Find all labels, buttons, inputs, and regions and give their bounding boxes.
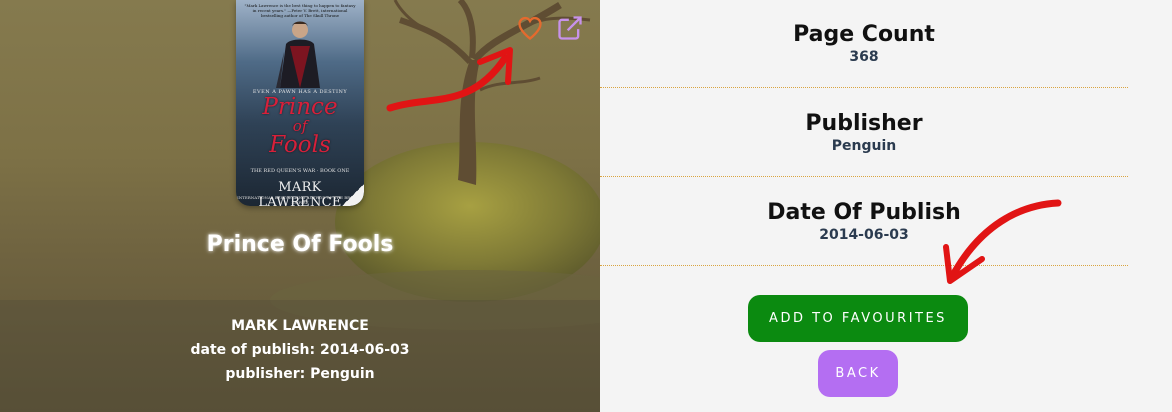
book-cover-image: "Mark Lawrence is the best thing to happ…: [236, 0, 364, 206]
detail-date-of-publish: Date Of Publish 2014-06-03: [600, 178, 1128, 266]
detail-value: Penguin: [831, 138, 897, 154]
cover-blurb: "Mark Lawrence is the best thing to happ…: [244, 3, 356, 18]
book-hero-panel: "Mark Lawrence is the best thing to happ…: [0, 0, 600, 412]
cover-title-line-3: Fools: [269, 132, 331, 158]
back-button[interactable]: BACK: [818, 350, 898, 397]
book-publisher: publisher: Penguin: [225, 366, 375, 382]
add-to-favourites-button[interactable]: ADD TO FAVOURITES: [748, 295, 968, 342]
heart-outline-icon[interactable]: [516, 14, 544, 42]
detail-label: Page Count: [793, 22, 935, 47]
cover-title: Prince of Fools: [236, 94, 364, 158]
detail-page-count: Page Count 368: [600, 0, 1128, 88]
book-details-panel: Page Count 368 Publisher Penguin Date Of…: [600, 0, 1172, 412]
cover-series: THE RED QUEEN'S WAR · BOOK ONE: [250, 168, 350, 174]
external-link-icon[interactable]: [556, 14, 584, 42]
cover-title-line-1: Prince: [262, 94, 338, 120]
detail-value: 368: [849, 49, 879, 65]
book-detail-page: "Mark Lawrence is the best thing to happ…: [0, 0, 1172, 412]
detail-label: Date Of Publish: [767, 200, 961, 225]
detail-value: 2014-06-03: [819, 227, 909, 243]
detail-label: Publisher: [805, 111, 923, 136]
book-author: MARK LAWRENCE: [231, 318, 369, 334]
book-publish-date: date of publish: 2014-06-03: [190, 342, 410, 358]
cover-figure-illustration: [276, 21, 320, 88]
detail-publisher: Publisher Penguin: [600, 89, 1128, 177]
book-title: Prince Of Fools: [206, 232, 394, 257]
